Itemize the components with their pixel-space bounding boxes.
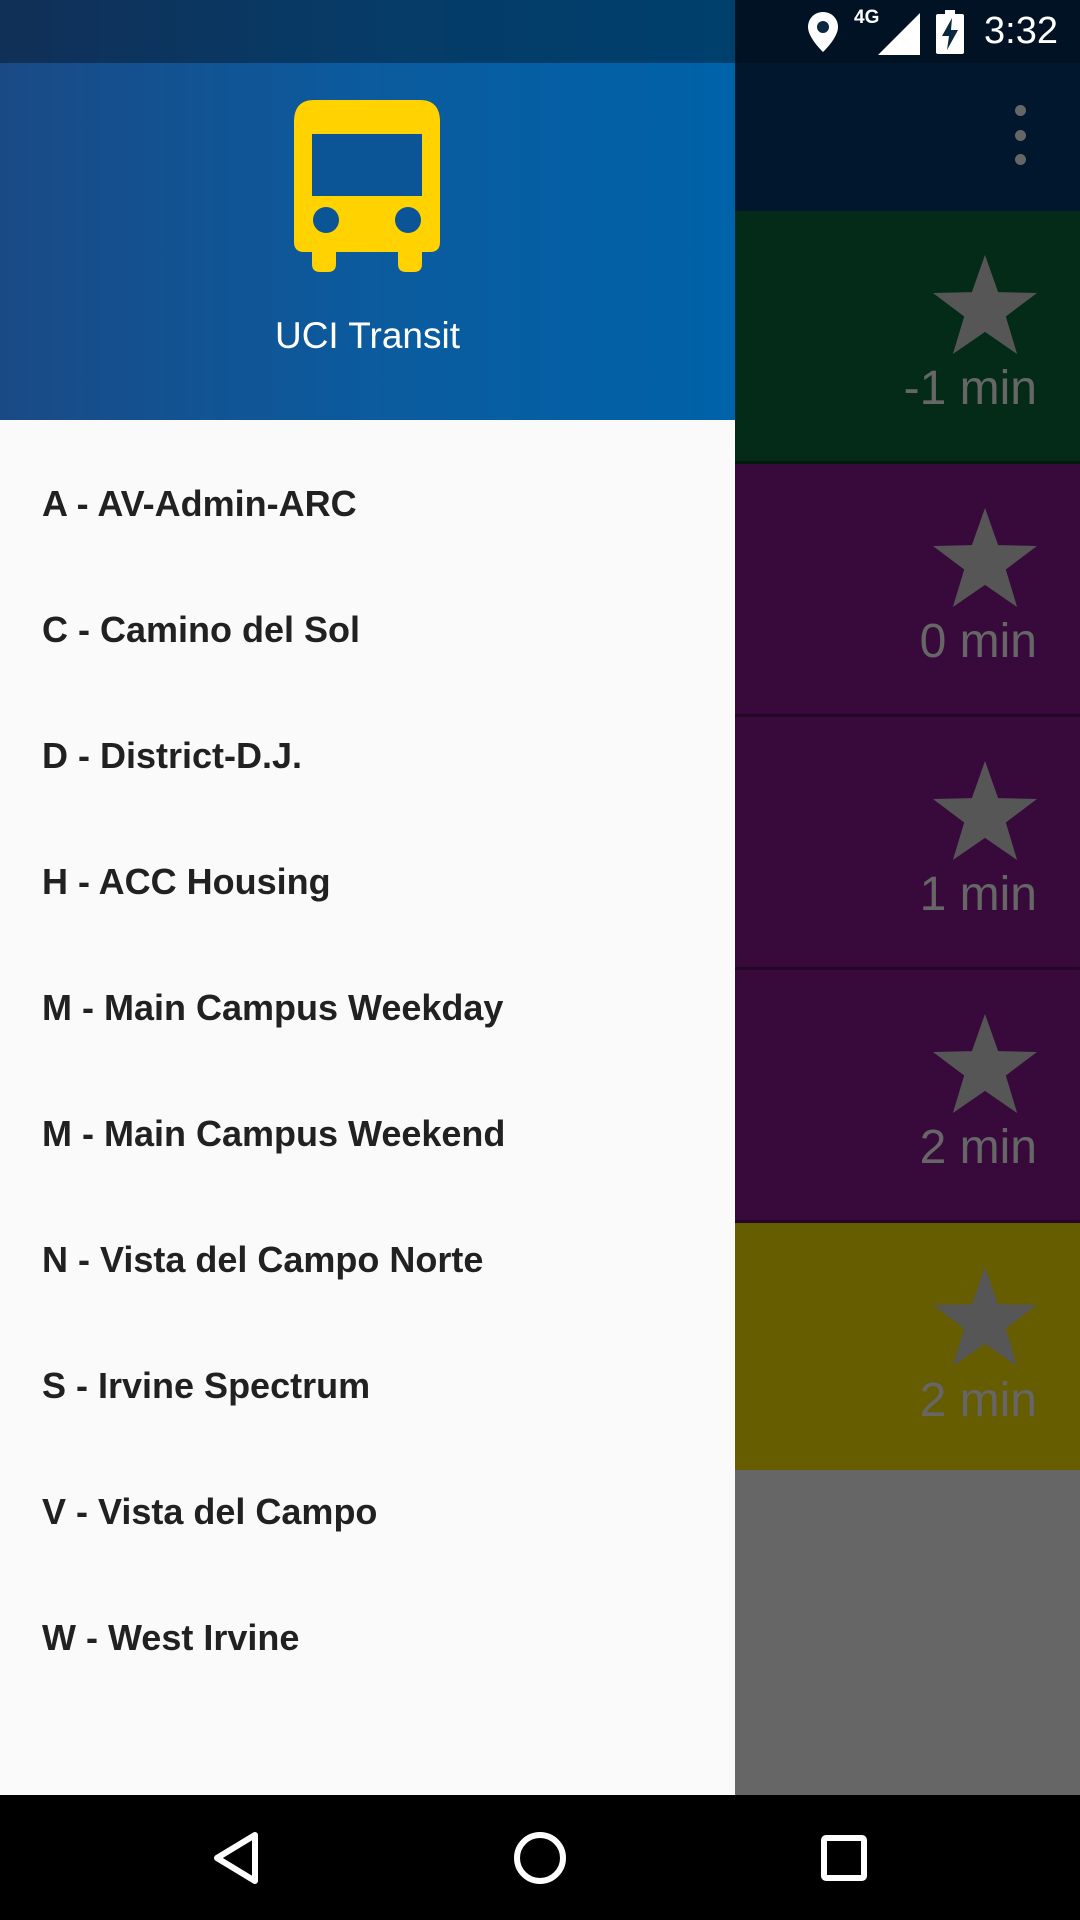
route-item[interactable]: D - District-D.J. [0, 693, 735, 819]
route-item[interactable]: V - Vista del Campo [0, 1449, 735, 1575]
recents-icon[interactable] [784, 1795, 904, 1920]
route-item[interactable]: H - ACC Housing [0, 819, 735, 945]
status-bar: 4G 3:32 [0, 0, 1080, 63]
bus-icon [294, 100, 440, 272]
battery-charging-icon [936, 9, 965, 54]
route-list: A - AV-Admin-ARC C - Camino del Sol D - Di… [0, 441, 735, 1701]
route-item[interactable]: C - Camino del Sol [0, 567, 735, 693]
app-title: UCI Transit [274, 315, 461, 356]
route-item[interactable]: A - AV-Admin-ARC [0, 441, 735, 567]
drawer-header: UCI Transit [0, 0, 735, 420]
route-item[interactable]: N - Vista del Campo Norte [0, 1197, 735, 1323]
location-icon [808, 11, 839, 52]
navigation-drawer: UCI Transit A - AV-Admin-ARC C - Camino d… [0, 0, 735, 1795]
back-icon[interactable] [176, 1795, 296, 1920]
route-item[interactable]: M - Main Campus Weekend [0, 1071, 735, 1197]
status-time: 3:32 [984, 10, 1058, 52]
route-item[interactable]: M - Main Campus Weekday [0, 945, 735, 1071]
route-item[interactable]: S - Irvine Spectrum [0, 1323, 735, 1449]
route-item[interactable]: W - West Irvine [0, 1575, 735, 1701]
cellular-signal-icon: 4G [854, 7, 921, 57]
system-nav-bar [0, 1795, 1080, 1920]
home-icon[interactable] [480, 1795, 600, 1920]
